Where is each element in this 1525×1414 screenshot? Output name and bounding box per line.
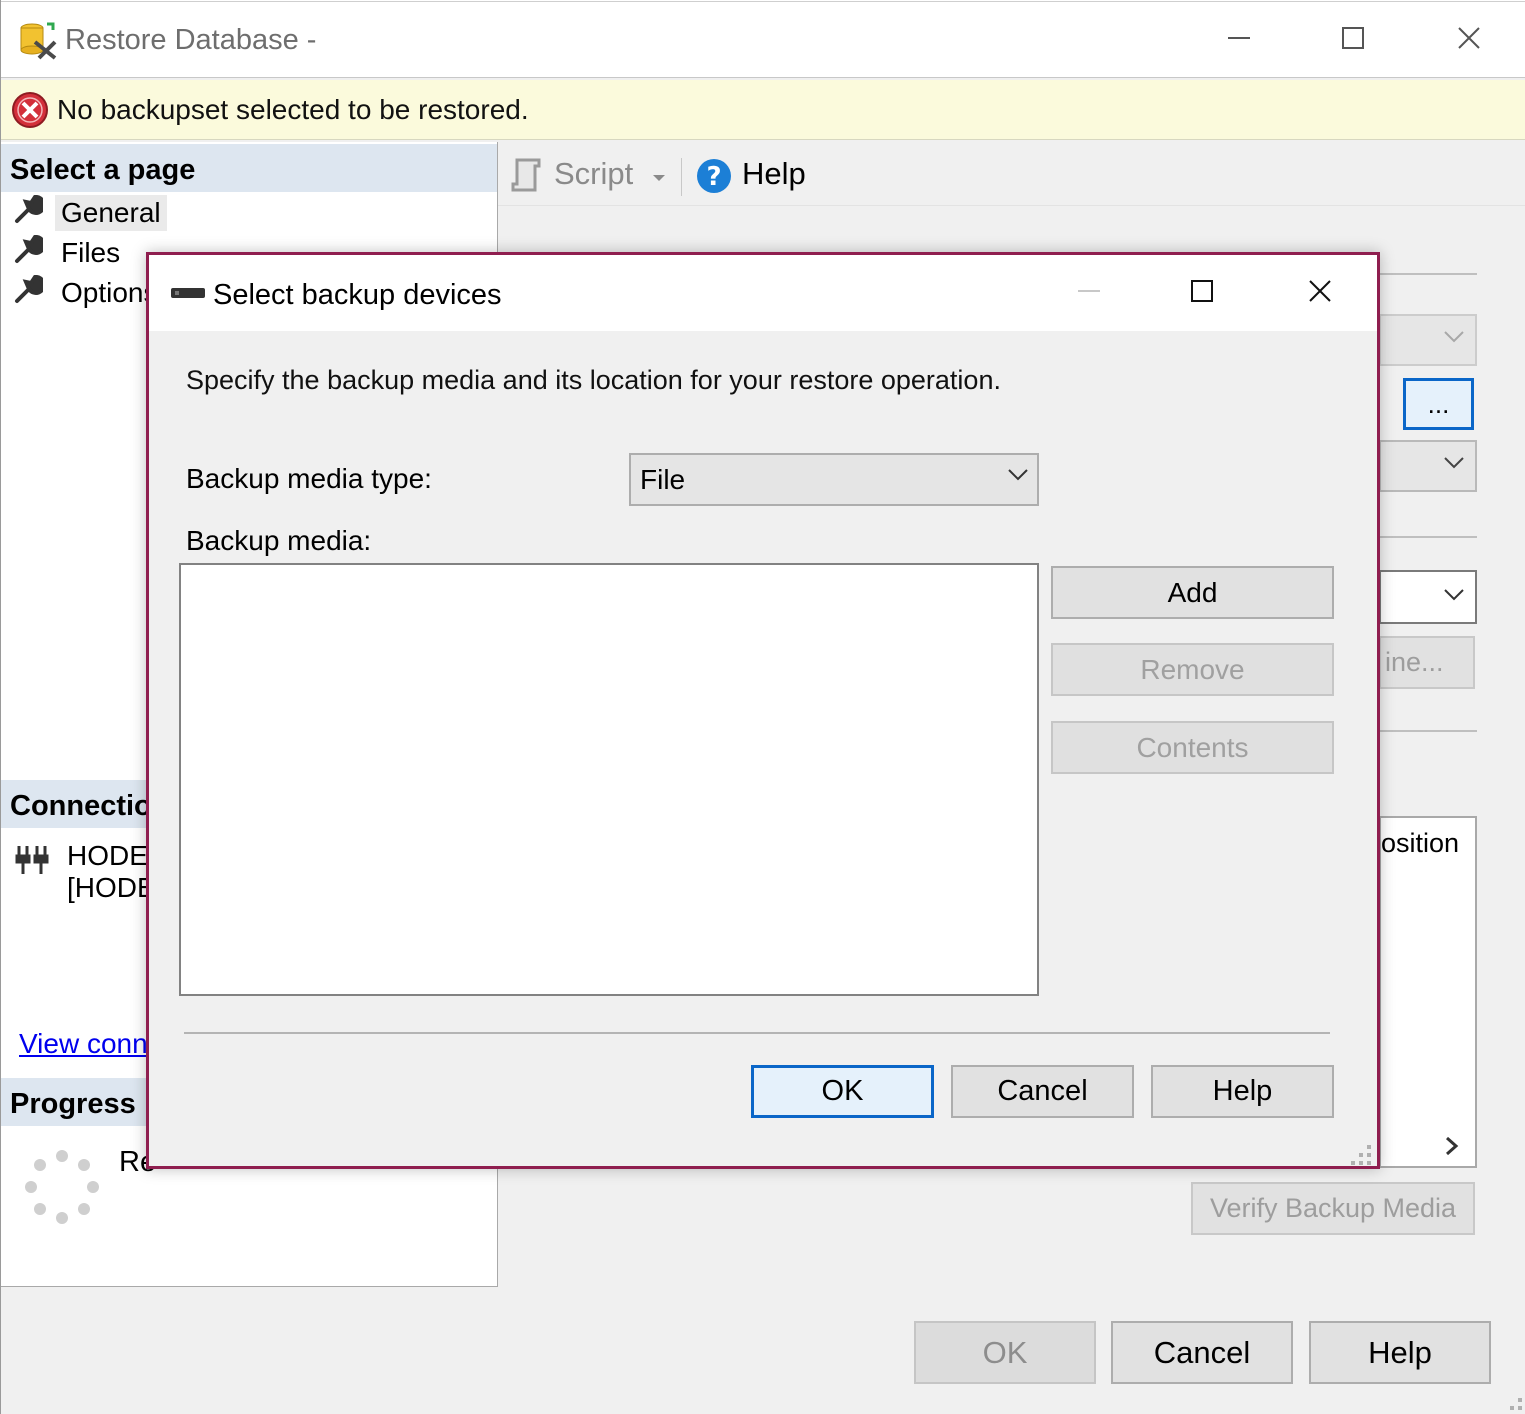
- resize-grip[interactable]: [1367, 1153, 1371, 1157]
- remove-button[interactable]: Remove: [1051, 643, 1334, 696]
- main-help-button[interactable]: Help: [1309, 1321, 1491, 1384]
- dialog-ok-button[interactable]: OK: [751, 1065, 934, 1118]
- add-button[interactable]: Add: [1051, 566, 1334, 619]
- close-icon: [1308, 279, 1332, 308]
- close-button[interactable]: [1412, 2, 1525, 78]
- resize-grip[interactable]: [1510, 1406, 1514, 1410]
- dialog-minimize-button[interactable]: [1032, 255, 1146, 331]
- minimize-icon: [1228, 27, 1250, 54]
- maximize-icon: [1342, 26, 1364, 54]
- help-button[interactable]: Help: [742, 156, 806, 192]
- message-bar: No backupset selected to be restored.: [1, 80, 1525, 140]
- backup-media-type-label: Backup media type:: [186, 463, 432, 494]
- browse-button[interactable]: ...: [1403, 378, 1474, 430]
- contents-button[interactable]: Contents: [1051, 721, 1334, 774]
- dialog-close-button[interactable]: [1263, 255, 1377, 331]
- chevron-right-icon[interactable]: [1445, 1136, 1459, 1161]
- error-icon: [11, 91, 49, 134]
- restore-database-icon: [17, 20, 61, 65]
- help-icon: ?: [696, 158, 732, 199]
- dialog-help-button[interactable]: Help: [1151, 1065, 1334, 1118]
- minimize-button[interactable]: [1182, 2, 1296, 78]
- chevron-down-icon: [1443, 456, 1465, 475]
- page-item-label: General: [55, 195, 167, 231]
- timeline-button[interactable]: ine...: [1379, 636, 1475, 689]
- select-backup-devices-dialog: Select backup devices Specify the backup…: [146, 252, 1380, 1169]
- backup-media-list[interactable]: [179, 563, 1039, 996]
- view-connection-link[interactable]: View conne: [19, 1028, 163, 1060]
- destination-database-combo[interactable]: [1379, 570, 1477, 624]
- chevron-down-icon[interactable]: [651, 170, 667, 188]
- backup-media-type-select[interactable]: File: [629, 453, 1039, 506]
- chevron-down-icon: [1007, 468, 1029, 487]
- backup-media-label: Backup media:: [186, 525, 372, 556]
- progress-spinner-icon: [23, 1148, 101, 1231]
- grid-column-header: osition: [1381, 828, 1460, 858]
- dialog-cancel-button[interactable]: Cancel: [951, 1065, 1134, 1118]
- verify-backup-media-button[interactable]: Verify Backup Media: [1191, 1182, 1475, 1235]
- source-database-combo[interactable]: [1379, 440, 1477, 492]
- script-button[interactable]: Script: [554, 156, 633, 192]
- dialog-instruction: Specify the backup media and its locatio…: [186, 365, 1001, 395]
- resize-grip[interactable]: [1518, 1398, 1522, 1402]
- window-title: Restore Database -: [65, 24, 317, 56]
- page-item-general[interactable]: General: [13, 194, 167, 232]
- dialog-maximize-button[interactable]: [1145, 255, 1259, 331]
- chevron-down-icon: [1443, 588, 1465, 607]
- resize-grip[interactable]: [1359, 1161, 1363, 1165]
- connection-icon: [13, 842, 49, 883]
- backup-device-icon: [169, 285, 207, 306]
- page-item-label: Files: [61, 237, 121, 268]
- select-page-header: Select a page: [1, 144, 497, 192]
- resize-grip[interactable]: [1351, 1161, 1355, 1165]
- maximize-icon: [1191, 279, 1213, 307]
- main-cancel-button[interactable]: Cancel: [1111, 1321, 1293, 1384]
- minimize-icon: [1078, 280, 1100, 307]
- dialog-separator: [184, 1032, 1330, 1034]
- dialog-titlebar: Select backup devices: [149, 255, 1377, 331]
- chevron-down-icon: [1443, 330, 1465, 349]
- message-text: No backupset selected to be restored.: [57, 94, 529, 125]
- wrench-icon: [13, 234, 46, 272]
- dialog-title: Select backup devices: [213, 279, 502, 311]
- page-item-options[interactable]: Options: [13, 274, 164, 312]
- main-ok-button[interactable]: OK: [914, 1321, 1096, 1384]
- backup-media-type-value: File: [640, 464, 686, 495]
- connection-login: [HODE: [67, 872, 156, 903]
- divider: [1379, 730, 1477, 732]
- resize-grip[interactable]: [1367, 1145, 1371, 1149]
- resize-grip[interactable]: [1367, 1161, 1371, 1165]
- maximize-button[interactable]: [1296, 2, 1410, 78]
- backup-sets-grid[interactable]: osition: [1379, 816, 1477, 1168]
- divider: [1379, 273, 1477, 275]
- svg-text:?: ?: [706, 162, 721, 192]
- resize-grip[interactable]: [1518, 1406, 1522, 1410]
- divider: [1379, 536, 1477, 538]
- wrench-icon: [13, 194, 46, 232]
- script-icon: [509, 156, 545, 199]
- wrench-icon: [13, 274, 46, 312]
- connection-server: HODE: [67, 840, 148, 871]
- window-titlebar: Restore Database -: [1, 2, 1525, 78]
- resize-grip[interactable]: [1359, 1153, 1363, 1157]
- database-combo[interactable]: [1379, 314, 1477, 366]
- toolbar-divider: [681, 158, 682, 196]
- page-item-files[interactable]: Files: [13, 234, 126, 272]
- close-icon: [1457, 26, 1481, 55]
